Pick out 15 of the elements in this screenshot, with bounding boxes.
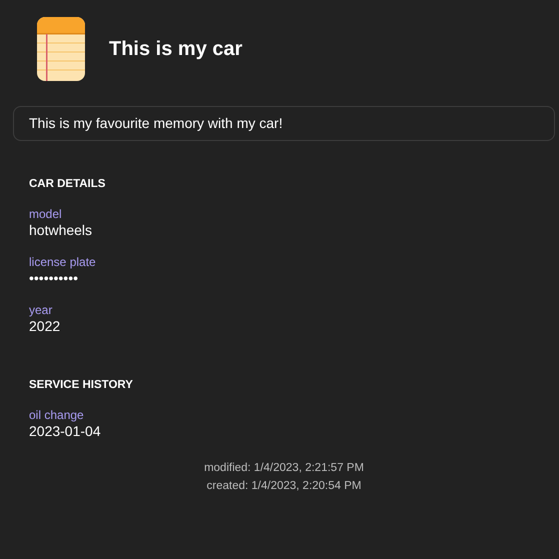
note-field: This is my favourite memory with my car! — [13, 106, 555, 141]
notepad-icon — [37, 17, 85, 81]
timestamp-text: created: 1/4/2023, 2:20:54 PM — [206, 479, 362, 494]
field-label: oil change — [29, 408, 85, 422]
note-title: This is my car — [109, 38, 242, 60]
field-label: license plate — [29, 255, 97, 269]
field-value: 2023-01-04 — [29, 422, 102, 440]
section-heading: SERVICE HISTORY — [29, 379, 134, 391]
field-label: model — [29, 207, 63, 221]
field-value: hotwheels — [29, 221, 94, 239]
field-value: 2022 — [29, 317, 62, 335]
section-heading: CAR DETAILS — [29, 178, 106, 190]
field-value: •••••••••• — [29, 269, 80, 287]
timestamp-text: modified: 1/4/2023, 2:21:57 PM — [203, 461, 365, 476]
field-label: year — [29, 303, 54, 317]
